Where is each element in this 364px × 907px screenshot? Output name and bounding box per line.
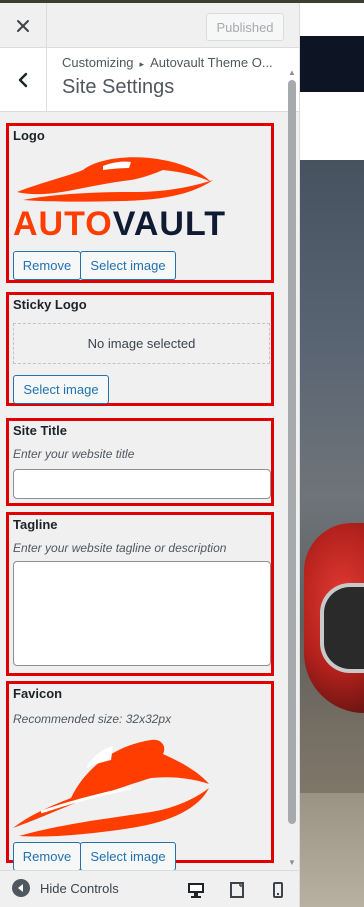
controls-panel: Logo AUTOVAULT Remove Select image Stick… (0, 113, 286, 871)
customizer-header: Published (0, 3, 299, 48)
logo-remove-button[interactable]: Remove (13, 251, 81, 280)
breadcrumb-root: Customizing (62, 55, 134, 70)
tablet-icon (230, 882, 244, 898)
scroll-up-arrow[interactable]: ▲ (288, 68, 296, 77)
section-header: Customizing ▸ Autovault Theme O... Site Se… (0, 48, 299, 112)
logo-select-image-button[interactable]: Select image (80, 251, 176, 280)
site-title-control: Site Title Enter your website title (6, 418, 274, 506)
tagline-textarea[interactable] (13, 561, 271, 666)
desktop-icon (188, 883, 204, 898)
sidebar-scrollbar[interactable]: ▲ ▼ (286, 68, 298, 868)
close-icon (17, 19, 29, 32)
logo-wordmark: AUTOVAULT (13, 204, 226, 244)
favicon-select-image-button[interactable]: Select image (80, 842, 176, 871)
preview-car-grille (320, 583, 364, 673)
site-preview[interactable] (300, 3, 364, 907)
logo-preview: AUTOVAULT (13, 152, 226, 244)
customizer-sidebar: Published Customizing ▸ Autovault Theme O.… (0, 3, 300, 907)
preview-white-band (300, 92, 364, 160)
scroll-down-arrow[interactable]: ▼ (288, 858, 296, 867)
hide-controls-label: Hide Controls (40, 880, 119, 896)
collapse-arrow-icon (12, 879, 30, 897)
sticky-logo-control: Sticky Logo No image selected Select ima… (6, 292, 274, 406)
logo-control: Logo AUTOVAULT Remove Select image (6, 123, 274, 283)
site-title-label: Site Title (13, 423, 67, 438)
chevron-left-icon (18, 72, 28, 87)
site-title-input[interactable] (13, 469, 271, 499)
customizer-footer: Hide Controls (0, 870, 299, 907)
tagline-description: Enter your website tagline or descriptio… (13, 541, 227, 555)
site-title-description: Enter your website title (13, 447, 135, 461)
publish-button[interactable]: Published (206, 13, 284, 41)
close-button[interactable] (0, 3, 47, 48)
tablet-preview-button[interactable] (227, 880, 247, 900)
sticky-logo-label: Sticky Logo (13, 297, 87, 312)
mobile-preview-button[interactable] (268, 880, 288, 900)
favicon-preview (13, 739, 209, 837)
section-title: Site Settings (62, 76, 175, 98)
tagline-control: Tagline Enter your website tagline or de… (6, 512, 274, 676)
logo-text-vault: VAULT (112, 205, 226, 243)
favicon-description: Recommended size: 32x32px (13, 712, 172, 726)
preview-header (300, 36, 364, 92)
hide-controls-button[interactable]: Hide Controls (12, 879, 119, 897)
desktop-preview-button[interactable] (186, 880, 206, 900)
breadcrumb-current: Autovault Theme O... (150, 55, 273, 70)
car-logo-graphic (17, 157, 213, 202)
breadcrumb-separator: ▸ (139, 59, 145, 69)
scroll-thumb[interactable] (288, 80, 296, 824)
preview-road (300, 793, 364, 907)
sticky-logo-placeholder: No image selected (13, 323, 270, 364)
favicon-label: Favicon (13, 686, 63, 701)
favicon-control: Favicon Recommended size: 32x32px Remove… (6, 681, 274, 871)
breadcrumb: Customizing ▸ Autovault Theme O... (62, 55, 282, 70)
logo-label: Logo (13, 128, 45, 143)
tagline-label: Tagline (13, 517, 58, 532)
favicon-remove-button[interactable]: Remove (13, 842, 81, 871)
back-button[interactable] (0, 48, 47, 111)
sticky-logo-select-image-button[interactable]: Select image (13, 375, 109, 404)
mobile-icon (273, 882, 283, 898)
logo-text-auto: AUTO (13, 205, 113, 243)
